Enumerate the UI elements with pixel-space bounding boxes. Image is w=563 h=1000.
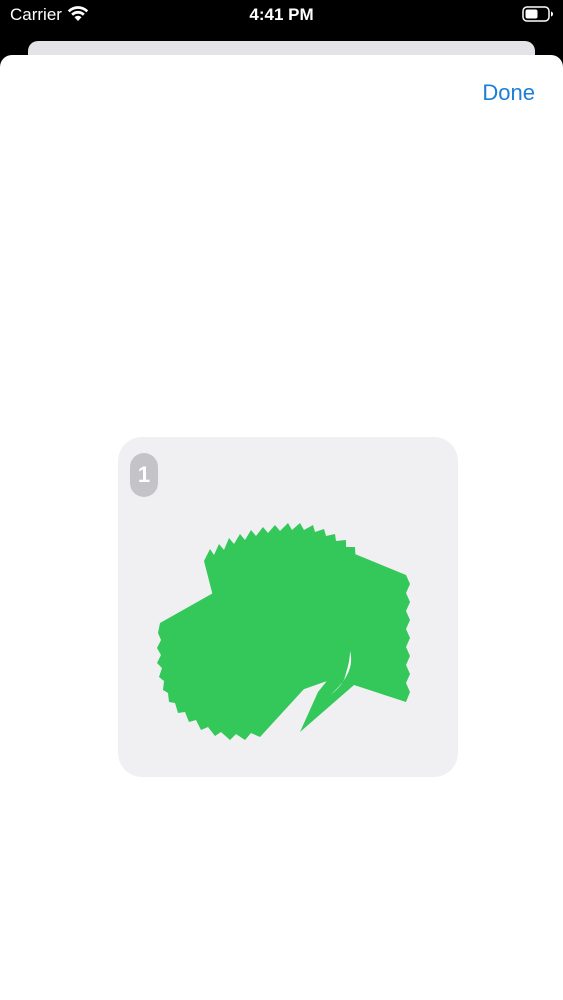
clock: 4:41 PM: [249, 5, 314, 24]
done-button[interactable]: Done: [482, 80, 535, 106]
battery-icon: [522, 6, 553, 22]
sticker-art: [157, 523, 410, 740]
sticker-count-badge: 1: [130, 453, 158, 497]
status-bar: Carrier 4:41 PM: [0, 0, 563, 32]
sticker-preview-sheet: Done 1: [0, 55, 563, 1000]
sticker-card[interactable]: 1: [118, 437, 458, 777]
